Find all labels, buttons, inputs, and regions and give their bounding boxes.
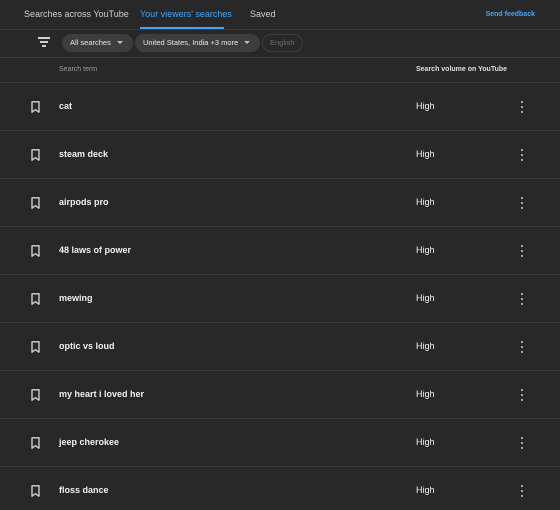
search-volume: High [416,293,435,303]
search-term: steam deck [59,149,109,159]
bookmark-icon[interactable] [31,341,40,353]
search-term: optic vs loud [59,341,115,351]
bookmark-icon[interactable] [31,485,40,497]
more-vert-icon[interactable] [516,243,528,259]
active-tab-indicator [140,27,224,29]
region-label: United States, India +3 more [143,38,239,47]
table-row[interactable]: jeep cherokee High [0,419,560,467]
search-volume: High [416,389,435,399]
table-row[interactable]: floss dance High [0,467,560,510]
search-type-label: All searches [70,38,111,47]
tab-searches-across-youtube[interactable]: Searches across YouTube [24,9,129,19]
more-vert-icon[interactable] [516,483,528,499]
more-vert-icon[interactable] [516,291,528,307]
tab-saved[interactable]: Saved [250,9,276,19]
search-volume: High [416,149,435,159]
search-term: my heart i loved her [59,389,145,399]
column-header-search-volume[interactable]: Search volume on YouTube [416,66,507,73]
table-row[interactable]: steam deck High [0,131,560,179]
search-term: mewing [59,293,93,303]
search-volume: High [416,485,435,495]
bookmark-icon[interactable] [31,149,40,161]
table-row[interactable]: 48 laws of power High [0,227,560,275]
filter-bar: All searches United States, India +3 mor… [0,31,560,56]
search-term: cat [59,101,73,111]
column-header-search-term: Search term [59,66,98,73]
bookmark-icon[interactable] [31,101,40,113]
search-term: 48 laws of power [59,245,132,255]
search-term: jeep cherokee [59,437,120,447]
more-vert-icon[interactable] [516,339,528,355]
caret-down-icon [116,40,123,44]
table-header: Search term Search volume on YouTube [0,57,560,83]
filter-icon[interactable] [38,37,50,47]
search-term: airpods pro [59,197,109,207]
language-chip: English [262,34,303,52]
more-vert-icon[interactable] [516,435,528,451]
search-type-dropdown[interactable]: All searches [62,34,133,52]
search-volume: High [416,101,435,111]
search-volume: High [416,197,435,207]
more-vert-icon[interactable] [516,387,528,403]
table-row[interactable]: my heart i loved her High [0,371,560,419]
table-row[interactable]: airpods pro High [0,179,560,227]
search-term: floss dance [59,485,109,495]
bookmark-icon[interactable] [31,245,40,257]
more-vert-icon[interactable] [516,147,528,163]
send-feedback-link[interactable]: Send feedback [486,11,535,18]
caret-down-icon [244,40,251,44]
table-row[interactable]: cat High [0,83,560,131]
search-volume: High [416,437,435,447]
search-volume: High [416,341,435,351]
bookmark-icon[interactable] [31,389,40,401]
bookmark-icon[interactable] [31,437,40,449]
search-term-list: cat High steam deck High airpods pro Hig… [0,83,560,510]
bookmark-icon[interactable] [31,293,40,305]
tab-your-viewers-searches[interactable]: Your viewers' searches [140,9,232,19]
table-row[interactable]: optic vs loud High [0,323,560,371]
table-row[interactable]: mewing High [0,275,560,323]
tab-bar: Searches across YouTube Your viewers' se… [0,0,560,30]
search-volume: High [416,245,435,255]
more-vert-icon[interactable] [516,195,528,211]
region-dropdown[interactable]: United States, India +3 more [135,34,261,52]
bookmark-icon[interactable] [31,197,40,209]
more-vert-icon[interactable] [516,99,528,115]
